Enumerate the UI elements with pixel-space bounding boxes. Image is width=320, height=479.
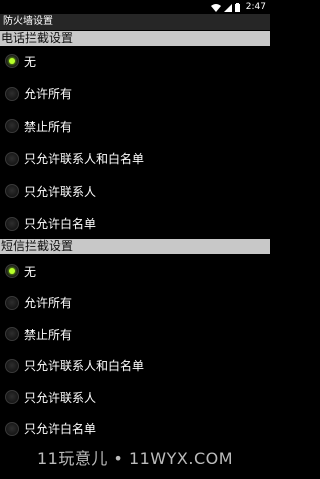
radio-option[interactable]: 禁止所有 <box>0 113 270 139</box>
status-icons <box>211 3 240 12</box>
wifi-icon <box>211 3 221 12</box>
radio-unchecked-icon[interactable] <box>5 390 19 404</box>
radio-checked-icon[interactable] <box>5 54 19 68</box>
section-title-call: 电话拦截设置 <box>1 31 74 45</box>
radio-option-label: 允许所有 <box>24 296 73 310</box>
radio-option-label: 只允许联系人和白名单 <box>24 152 145 166</box>
radio-option-label: 禁止所有 <box>24 119 73 134</box>
battery-icon <box>235 3 240 12</box>
status-bar: 2:47 <box>0 0 270 14</box>
radio-option-label: 禁止所有 <box>24 327 73 342</box>
radio-option[interactable]: 只允许联系人和白名单 <box>0 353 270 379</box>
radio-option-label: 无 <box>24 264 37 279</box>
window-title: 防火墙设置 <box>3 16 53 27</box>
watermark: 11玩意儿 • 11WYX.COM <box>36 449 234 468</box>
status-time: 2:47 <box>245 2 266 12</box>
radio-unchecked-icon[interactable] <box>5 119 19 133</box>
radio-checked-icon[interactable] <box>5 264 19 278</box>
radio-option-label: 只允许联系人 <box>24 390 97 405</box>
radio-option[interactable]: 允许所有 <box>0 290 270 316</box>
radio-unchecked-icon[interactable] <box>5 151 19 166</box>
radio-unchecked-icon[interactable] <box>5 184 19 198</box>
radio-unchecked-icon[interactable] <box>5 295 19 310</box>
radio-option-label: 无 <box>24 54 37 69</box>
radio-option[interactable]: 只允许白名单 <box>0 211 270 237</box>
radio-option[interactable]: 只允许联系人和白名单 <box>0 146 270 172</box>
section-header-call: 电话拦截设置 <box>0 31 270 46</box>
radio-option[interactable]: 无 <box>0 258 270 284</box>
signal-icon <box>224 3 232 12</box>
section-title-sms: 短信拦截设置 <box>1 239 74 253</box>
radio-option[interactable]: 只允许联系人 <box>0 178 270 204</box>
radio-option-label: 只允许联系人 <box>24 184 97 199</box>
section-header-sms: 短信拦截设置 <box>0 239 270 254</box>
radio-option-label: 只允许白名单 <box>24 422 97 436</box>
radio-option[interactable]: 无 <box>0 48 270 74</box>
radio-unchecked-icon[interactable] <box>5 216 19 231</box>
radio-option-label: 只允许白名单 <box>24 217 97 231</box>
radio-option-label: 允许所有 <box>24 87 73 101</box>
radio-unchecked-icon[interactable] <box>5 327 19 341</box>
radio-option[interactable]: 允许所有 <box>0 81 270 107</box>
radio-option[interactable]: 禁止所有 <box>0 321 270 347</box>
window-title-bar: 防火墙设置 <box>0 14 270 30</box>
radio-unchecked-icon[interactable] <box>5 421 19 436</box>
radio-option[interactable]: 只允许联系人 <box>0 384 270 410</box>
radio-unchecked-icon[interactable] <box>5 358 19 373</box>
radio-unchecked-icon[interactable] <box>5 86 19 101</box>
radio-option[interactable]: 只允许白名单 <box>0 416 270 442</box>
radio-option-label: 只允许联系人和白名单 <box>24 359 145 373</box>
